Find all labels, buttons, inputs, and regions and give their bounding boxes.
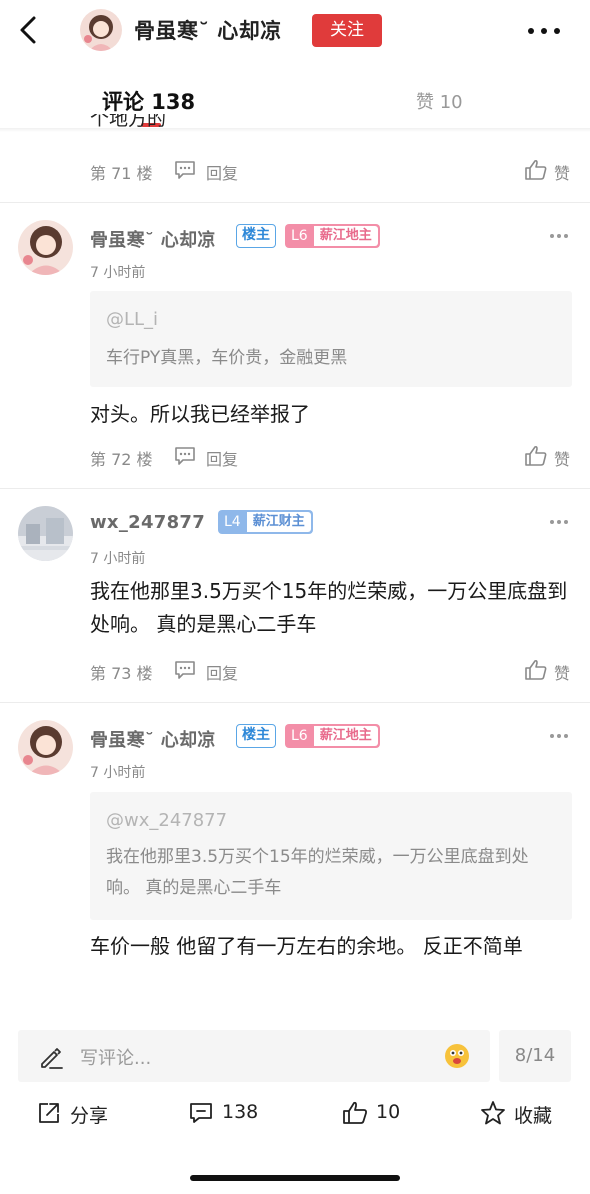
- comment-more-icon[interactable]: [549, 519, 569, 525]
- like-button[interactable]: 赞: [554, 160, 570, 184]
- thumbs-up-icon: [343, 1101, 367, 1124]
- comment-body: 车价一般 他留了有一万左右的余地。 反正不简单: [90, 934, 523, 958]
- level-badge: L6 薪江地主: [285, 724, 380, 748]
- reply-button[interactable]: 回复: [206, 660, 238, 684]
- top-bar: 骨虽寒˘ 心却凉 关注: [0, 0, 590, 62]
- comment-divider: [0, 702, 590, 703]
- home-indicator: [190, 1175, 400, 1181]
- back-arrow-icon[interactable]: [14, 12, 44, 48]
- quoted-text: 车行PY真黑，车价贵，金融更黑: [106, 348, 348, 368]
- floor-number: 第 73 楼: [90, 664, 153, 683]
- level-title: 薪江地主: [313, 726, 378, 746]
- level-number: L6: [291, 728, 308, 744]
- reply-button[interactable]: 回复: [206, 446, 238, 470]
- thumbs-up-icon[interactable]: [524, 158, 548, 182]
- comment-meta-row: 第 73 楼 回复 赞: [90, 658, 572, 684]
- like-button[interactable]: 赞: [554, 446, 570, 470]
- more-options-icon[interactable]: [526, 26, 562, 36]
- host-badge: 楼主: [236, 724, 276, 748]
- avatar[interactable]: [18, 720, 73, 775]
- comment-more-icon[interactable]: [549, 233, 569, 239]
- like-button[interactable]: 赞: [554, 660, 570, 684]
- thumbs-up-icon[interactable]: [524, 444, 548, 468]
- like-post-button[interactable]: 10: [342, 1097, 412, 1129]
- level-number: L6: [291, 228, 308, 244]
- comment-divider: [0, 202, 590, 203]
- comment-meta-row: 第 72 楼 回复 赞: [90, 444, 572, 470]
- level-title: 薪江财主: [246, 512, 311, 532]
- reply-icon[interactable]: [174, 160, 196, 180]
- thumbs-up-icon[interactable]: [524, 658, 548, 682]
- comment-time: 7 小时前: [90, 551, 146, 567]
- quoted-comment[interactable]: @wx_247877 我在他那里3.5万买个15年的烂荣威，一万公里底盘到处响。…: [90, 792, 572, 920]
- comment-username[interactable]: wx_247877: [90, 512, 205, 533]
- author-name[interactable]: 骨虽寒˘ 心却凉: [134, 15, 282, 45]
- tab-comments[interactable]: 评论 138: [102, 86, 195, 116]
- comment-body: 我在他那里3.5万买个15年的烂荣威，一万公里底盘到处响。 真的是黑心二手车: [90, 579, 568, 636]
- level-badge: L4 薪江财主: [218, 510, 313, 534]
- comments-count: 138: [222, 1101, 259, 1123]
- star-icon: [481, 1101, 505, 1125]
- share-label: 分享: [70, 1105, 109, 1127]
- follow-button[interactable]: 关注: [312, 14, 382, 47]
- comment-icon: [190, 1103, 212, 1123]
- comment-username[interactable]: 骨虽寒˘ 心却凉: [90, 226, 216, 252]
- host-badge: 楼主: [236, 224, 276, 248]
- comment-body: 对头。所以我已经举报了: [90, 402, 310, 426]
- comment-username[interactable]: 骨虽寒˘ 心却凉: [90, 726, 216, 752]
- level-number: L4: [224, 514, 241, 530]
- comment-time: 7 小时前: [90, 765, 146, 781]
- quoted-text: 我在他那里3.5万买个15年的烂荣威，一万公里底盘到处响。 真的是黑心二手车: [106, 847, 529, 898]
- reply-icon[interactable]: [174, 446, 196, 466]
- tab-likes[interactable]: 赞 10: [416, 88, 463, 114]
- comment-input-placeholder: 写评论...: [80, 1048, 152, 1069]
- comment-time: 7 小时前: [90, 265, 146, 281]
- share-icon: [39, 1103, 59, 1123]
- favorite-label: 收藏: [514, 1105, 553, 1127]
- page-indicator[interactable]: 8/14: [499, 1030, 571, 1082]
- reply-icon[interactable]: [174, 660, 196, 680]
- pen-icon: [41, 1048, 63, 1069]
- share-button[interactable]: 分享: [36, 1097, 126, 1129]
- author-avatar[interactable]: [80, 9, 122, 51]
- avatar[interactable]: [18, 506, 73, 561]
- floor-number: 第 71 楼: [90, 164, 153, 183]
- level-title: 薪江地主: [313, 226, 378, 246]
- comment-divider: [0, 488, 590, 489]
- level-badge: L6 薪江地主: [285, 224, 380, 248]
- avatar[interactable]: [18, 220, 73, 275]
- floor-number: 第 72 楼: [90, 450, 153, 469]
- comments-count-button[interactable]: 138: [188, 1097, 268, 1129]
- comment-meta-row: 第 71 楼 回复 赞: [90, 158, 572, 184]
- comment-input[interactable]: 写评论...: [18, 1030, 490, 1082]
- tab-divider: [0, 128, 590, 132]
- tab-bar: 评论 138 赞 10: [0, 72, 590, 130]
- emoji-icon[interactable]: [444, 1043, 470, 1069]
- comment-more-icon[interactable]: [549, 733, 569, 739]
- favorite-button[interactable]: 收藏: [480, 1097, 570, 1129]
- quoted-username: @wx_247877: [106, 810, 228, 831]
- quoted-comment[interactable]: @LL_i 车行PY真黑，车价贵，金融更黑: [90, 291, 572, 387]
- partial-comment-text: 个地方的: [90, 114, 167, 130]
- quoted-username: @LL_i: [106, 309, 159, 330]
- likes-count: 10: [376, 1101, 401, 1123]
- reply-button[interactable]: 回复: [206, 160, 238, 184]
